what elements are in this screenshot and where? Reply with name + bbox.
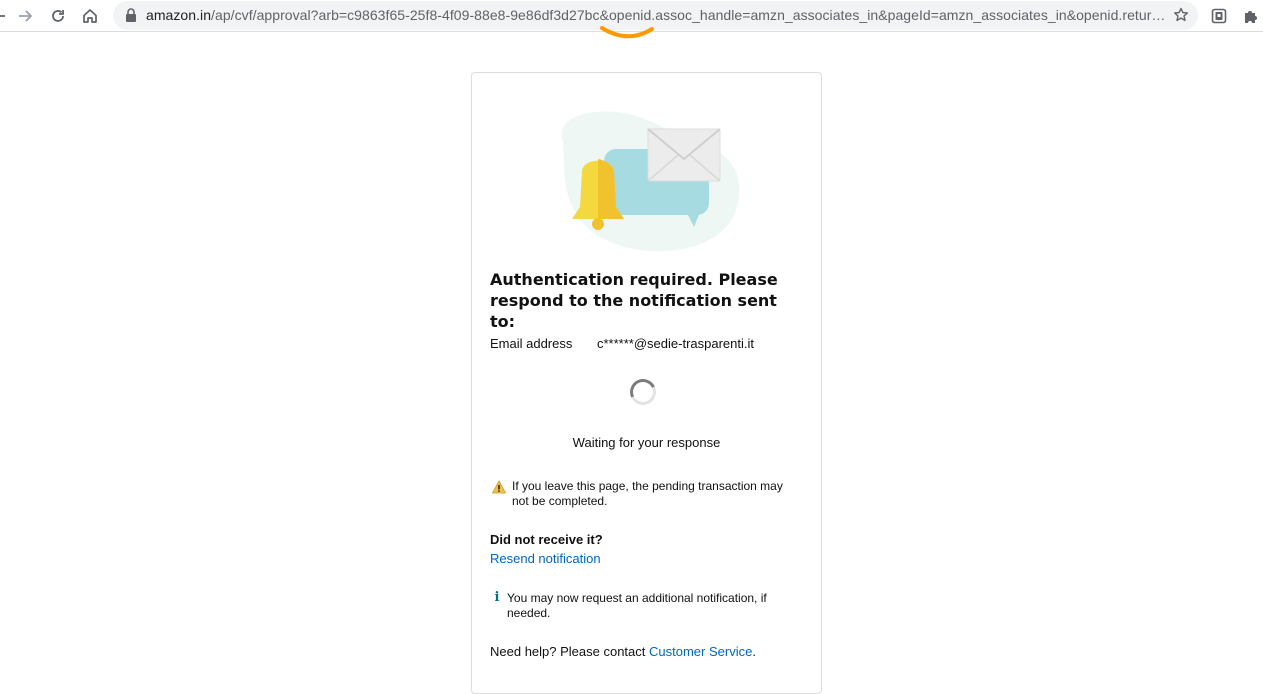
help-text: Need help? Please contact Customer Servi… bbox=[490, 644, 756, 659]
auth-card: Authentication required. Please respond … bbox=[471, 72, 822, 694]
email-label: Email address bbox=[490, 336, 573, 351]
puzzle-icon[interactable] bbox=[1238, 3, 1263, 29]
info-icon: i bbox=[494, 590, 500, 605]
notification-illustration-icon bbox=[561, 111, 740, 252]
forward-arrow-icon[interactable] bbox=[12, 3, 38, 29]
warning-icon bbox=[492, 480, 506, 494]
amazon-logo-icon[interactable] bbox=[600, 26, 656, 40]
home-icon[interactable] bbox=[77, 3, 103, 29]
help-prefix: Need help? Please contact bbox=[490, 644, 649, 659]
email-value: c******@sedie-trasparenti.it bbox=[597, 336, 754, 351]
info-text: You may now request an additional notifi… bbox=[507, 591, 767, 620]
not-received-heading: Did not receive it? bbox=[490, 532, 603, 547]
waiting-status: Waiting for your response bbox=[572, 435, 721, 450]
back-arrow-icon[interactable] bbox=[0, 3, 12, 29]
url-text[interactable]: amazon.in/ap/cvf/approval?arb=c9863f65-2… bbox=[146, 1, 1166, 30]
star-icon[interactable] bbox=[1172, 6, 1190, 24]
url-path: /ap/cvf/approval?arb=c9863f65-25f8-4f09-… bbox=[211, 7, 1166, 23]
page-heading: Authentication required. Please respond … bbox=[490, 270, 778, 331]
help-suffix: . bbox=[752, 644, 756, 659]
lock-icon[interactable] bbox=[123, 7, 139, 23]
customer-service-link[interactable]: Customer Service bbox=[649, 644, 752, 659]
warning-text: If you leave this page, the pending tran… bbox=[512, 479, 783, 508]
loading-spinner-icon bbox=[626, 375, 660, 409]
resend-notification-link[interactable]: Resend notification bbox=[490, 551, 601, 566]
url-host: amazon.in bbox=[146, 7, 212, 23]
extension-icon[interactable] bbox=[1206, 3, 1232, 29]
reload-icon[interactable] bbox=[45, 3, 71, 29]
